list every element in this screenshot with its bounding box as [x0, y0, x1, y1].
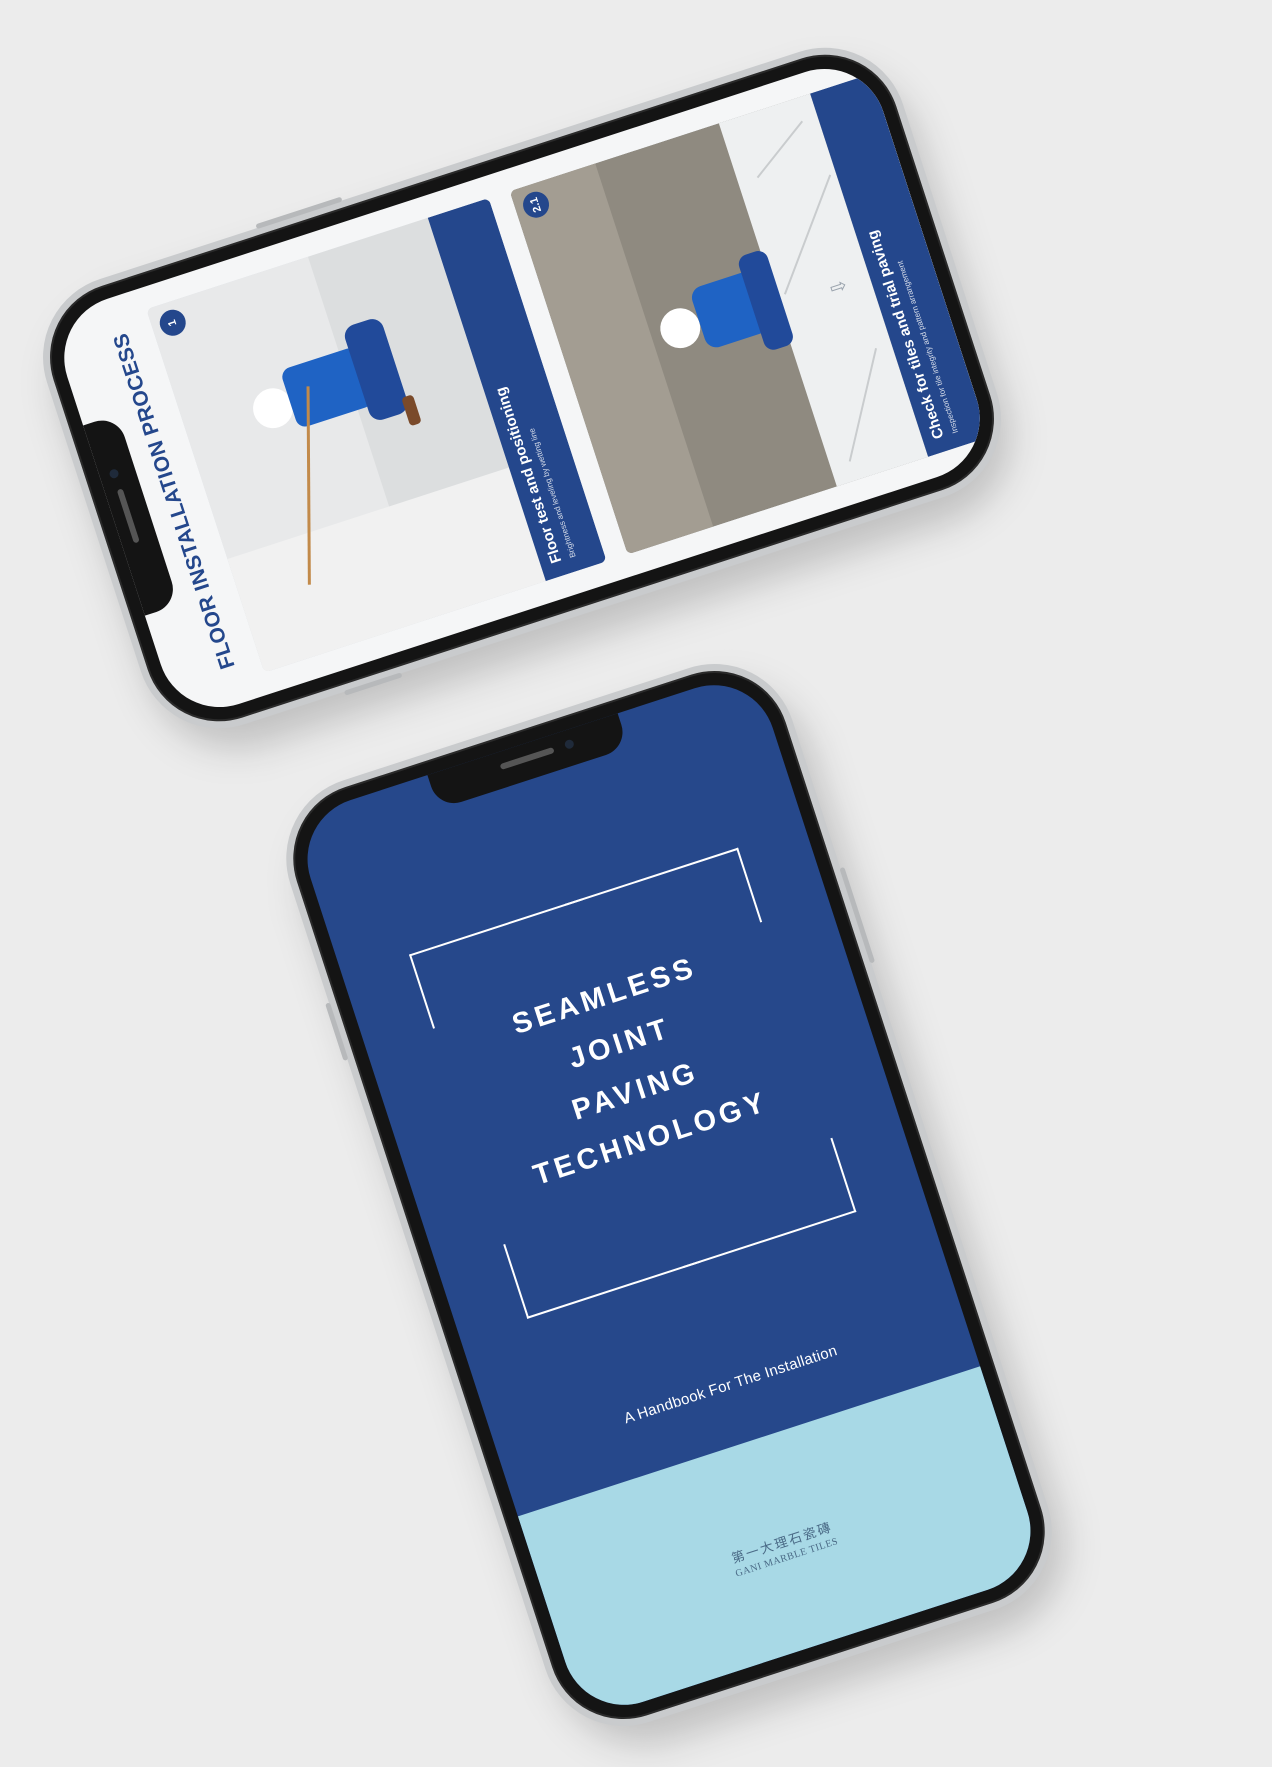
screen-cover: SEAMLESS JOINT PAVING TECHNOLOGY A Handb… — [291, 669, 1047, 1721]
camera-icon — [563, 738, 575, 750]
brand-name-cn: 第一大理石瓷磚 — [729, 1520, 835, 1567]
screen-installation-process: FLOOR INSTALLATION PROCESS 1 Floor test … — [48, 52, 996, 724]
volume-button — [325, 1002, 349, 1061]
speaker-grille — [116, 488, 140, 544]
frame-bracket-bottom-right — [659, 1137, 857, 1269]
camera-icon — [108, 468, 120, 480]
brand-name-en: GANI MARBLE TILES — [734, 1536, 840, 1580]
brand-logo: 第一大理石瓷磚 GANI MARBLE TILES — [548, 1458, 1020, 1639]
power-button — [255, 196, 343, 230]
speaker-grille — [499, 746, 555, 770]
notch — [426, 711, 629, 810]
